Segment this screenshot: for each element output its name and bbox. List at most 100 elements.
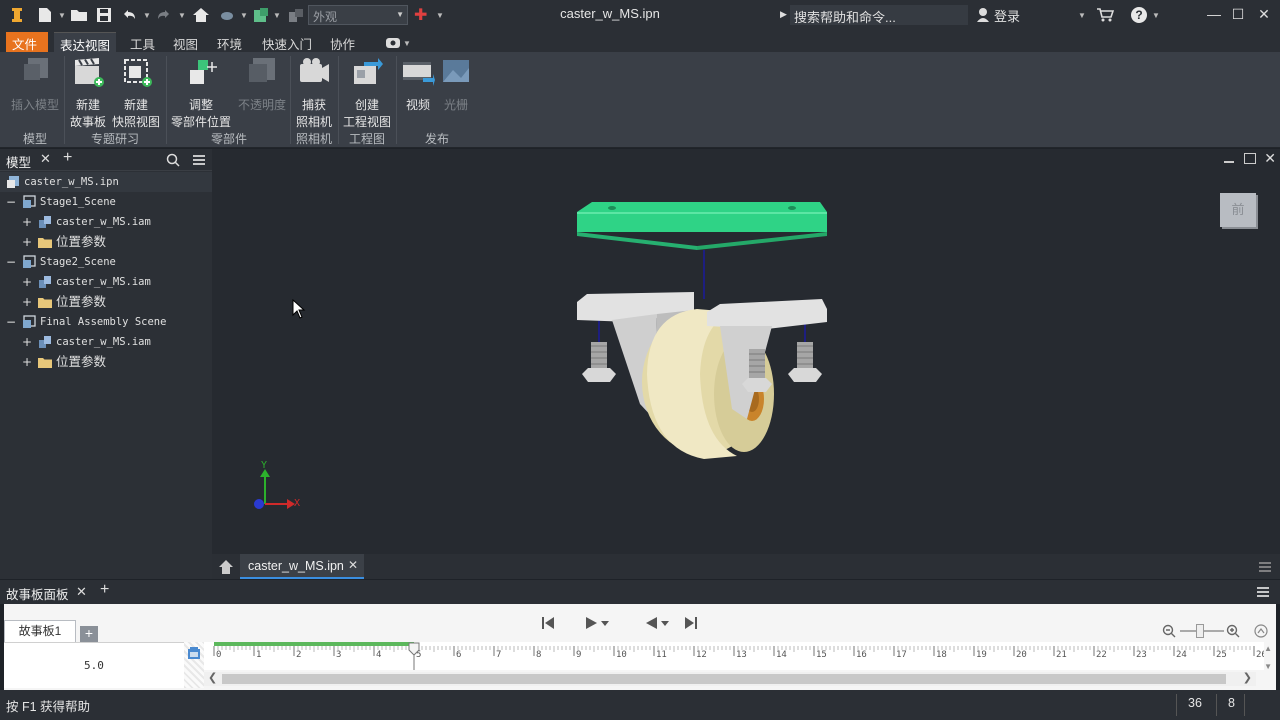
- project-icon[interactable]: [252, 6, 270, 24]
- home-icon[interactable]: [192, 6, 210, 24]
- tree-item-scene[interactable]: − Stage1_Scene: [0, 192, 212, 212]
- browser-tab-model[interactable]: 模型: [6, 152, 31, 171]
- go-to-start-icon[interactable]: [541, 616, 555, 630]
- save-icon[interactable]: [95, 6, 113, 24]
- tree-item-assembly[interactable]: + caster_w_MS.iam: [0, 272, 212, 292]
- close-button[interactable]: ✕: [1254, 4, 1274, 24]
- help-search-input[interactable]: 搜索帮助和命令...: [790, 5, 968, 25]
- collapse-toggle-icon[interactable]: −: [6, 312, 16, 332]
- document-tab[interactable]: caster_w_MS.ipn ✕: [240, 554, 364, 579]
- material-icon[interactable]: [287, 6, 305, 24]
- tree-root[interactable]: caster_w_MS.ipn: [0, 172, 212, 192]
- maximize-button[interactable]: ☐: [1228, 4, 1248, 24]
- inventor-logo-icon[interactable]: [8, 6, 26, 24]
- tab-collaborate[interactable]: 协作: [324, 32, 361, 52]
- open-folder-icon[interactable]: [70, 6, 88, 24]
- undo-icon[interactable]: [120, 6, 138, 24]
- close-icon[interactable]: ✕: [76, 584, 87, 600]
- help-icon[interactable]: ?: [1130, 6, 1148, 24]
- chevron-down-icon[interactable]: ▼: [1078, 11, 1086, 20]
- chevron-down-icon[interactable]: ▼: [240, 11, 248, 20]
- tab-tools[interactable]: 工具: [124, 32, 161, 52]
- viewport-minimize-button[interactable]: [1224, 161, 1234, 163]
- add-tab-icon[interactable]: +: [100, 581, 109, 599]
- play-forward-icon[interactable]: [584, 616, 610, 630]
- customize-arrow-icon[interactable]: ▼: [436, 11, 444, 20]
- tab-express-view[interactable]: 表达视图: [54, 32, 117, 53]
- expand-toggle-icon[interactable]: +: [22, 232, 32, 252]
- menu-icon[interactable]: [1258, 560, 1272, 574]
- expand-toggle-icon[interactable]: +: [22, 212, 32, 232]
- scroll-left-icon[interactable]: ❮: [208, 671, 217, 684]
- viewcube[interactable]: 前: [1220, 193, 1256, 227]
- tab-environment[interactable]: 环境: [211, 32, 248, 52]
- storyboard-tab[interactable]: 故事板1: [4, 620, 76, 642]
- shopping-cart-icon[interactable]: [1096, 6, 1114, 24]
- chevron-right-icon[interactable]: ▶: [780, 9, 787, 20]
- tree-item-assembly[interactable]: + caster_w_MS.iam: [0, 332, 212, 352]
- appearance-select[interactable]: 外观 ▼: [308, 5, 408, 25]
- home-tab-icon[interactable]: [218, 559, 234, 575]
- sign-in-link[interactable]: 登录: [994, 6, 1020, 25]
- tree-item-folder[interactable]: + 位置参数: [0, 292, 212, 312]
- panel-toggle-icon[interactable]: [386, 38, 400, 48]
- menu-icon[interactable]: [1256, 585, 1270, 599]
- chevron-down-icon[interactable]: ▼: [58, 11, 66, 20]
- tab-quick-start[interactable]: 快速入门: [256, 32, 318, 52]
- tab-view[interactable]: 视图: [167, 32, 204, 52]
- menu-icon[interactable]: [192, 153, 206, 167]
- camera-track-icon[interactable]: [187, 646, 201, 660]
- search-icon[interactable]: [166, 153, 180, 167]
- minimize-button[interactable]: —: [1204, 4, 1224, 24]
- chevron-down-icon[interactable]: ▼: [273, 11, 281, 20]
- tree-item-assembly[interactable]: + caster_w_MS.iam: [0, 212, 212, 232]
- viewport-close-button[interactable]: ✕: [1264, 150, 1276, 167]
- expand-toggle-icon[interactable]: +: [22, 292, 32, 312]
- redo-icon[interactable]: [155, 6, 173, 24]
- bolt-right[interactable]: [788, 342, 822, 382]
- user-icon[interactable]: [976, 6, 990, 24]
- top-plate[interactable]: [577, 202, 827, 250]
- close-icon[interactable]: ✕: [348, 558, 358, 572]
- tree-item-scene[interactable]: − Final Assembly Scene: [0, 312, 212, 332]
- chevron-down-icon[interactable]: ▼: [1152, 11, 1160, 20]
- create-drawing-view-button[interactable]: 创建 工程视图: [342, 56, 392, 131]
- scrollbar-thumb[interactable]: [222, 674, 1226, 684]
- new-file-icon[interactable]: [36, 6, 54, 24]
- graphics-viewport[interactable]: ✕ 前 Y X: [212, 149, 1280, 554]
- tree-item-folder[interactable]: + 位置参数: [0, 232, 212, 252]
- viewport-restore-button[interactable]: [1244, 153, 1256, 164]
- go-to-end-icon[interactable]: [684, 616, 698, 630]
- opacity-button[interactable]: 不透明度: [236, 56, 288, 114]
- zoom-out-icon[interactable]: [1162, 624, 1176, 638]
- scroll-down-icon[interactable]: ▼: [1264, 662, 1272, 671]
- collapse-toggle-icon[interactable]: −: [6, 252, 16, 272]
- publish-raster-button[interactable]: 光栅: [438, 56, 474, 114]
- insert-model-button[interactable]: 插入模型: [8, 56, 62, 114]
- close-icon[interactable]: ✕: [40, 151, 51, 167]
- scroll-right-icon[interactable]: ❯: [1243, 671, 1252, 684]
- expand-toggle-icon[interactable]: +: [22, 352, 32, 372]
- collapse-icon[interactable]: [1254, 624, 1268, 638]
- zoom-slider-thumb[interactable]: [1196, 624, 1204, 638]
- expand-toggle-icon[interactable]: +: [22, 332, 32, 352]
- play-reverse-icon[interactable]: [644, 616, 670, 630]
- zoom-in-icon[interactable]: [1226, 624, 1240, 638]
- tab-file[interactable]: 文件: [6, 32, 48, 52]
- capture-camera-button[interactable]: 捕获 照相机: [294, 56, 334, 131]
- return-icon[interactable]: [218, 6, 236, 24]
- add-icon[interactable]: ✚: [414, 5, 427, 25]
- chevron-down-icon[interactable]: ▼: [178, 11, 186, 20]
- bolt-left[interactable]: [582, 342, 616, 382]
- new-storyboard-button[interactable]: 新建 故事板: [68, 56, 108, 131]
- timeline-scrollbar[interactable]: ❮ ❯: [204, 672, 1256, 686]
- collapse-toggle-icon[interactable]: −: [6, 192, 16, 212]
- chevron-down-icon[interactable]: ▼: [143, 11, 151, 20]
- tweak-components-button[interactable]: 调整 零部件位置: [170, 56, 232, 131]
- new-snapshot-button[interactable]: 新建 快照视图: [110, 56, 162, 131]
- tree-item-scene[interactable]: − Stage2_Scene: [0, 252, 212, 272]
- timeline-ruler[interactable]: 0 1 2 3 4 5 6 7 8 9 10 11 12 13 14 15 16 17 18 19 20 21 22 23 24…: [204, 642, 1264, 670]
- publish-video-button[interactable]: 视频: [400, 56, 436, 114]
- caster-assembly-model[interactable]: [572, 194, 837, 479]
- add-tab-icon[interactable]: +: [63, 149, 72, 167]
